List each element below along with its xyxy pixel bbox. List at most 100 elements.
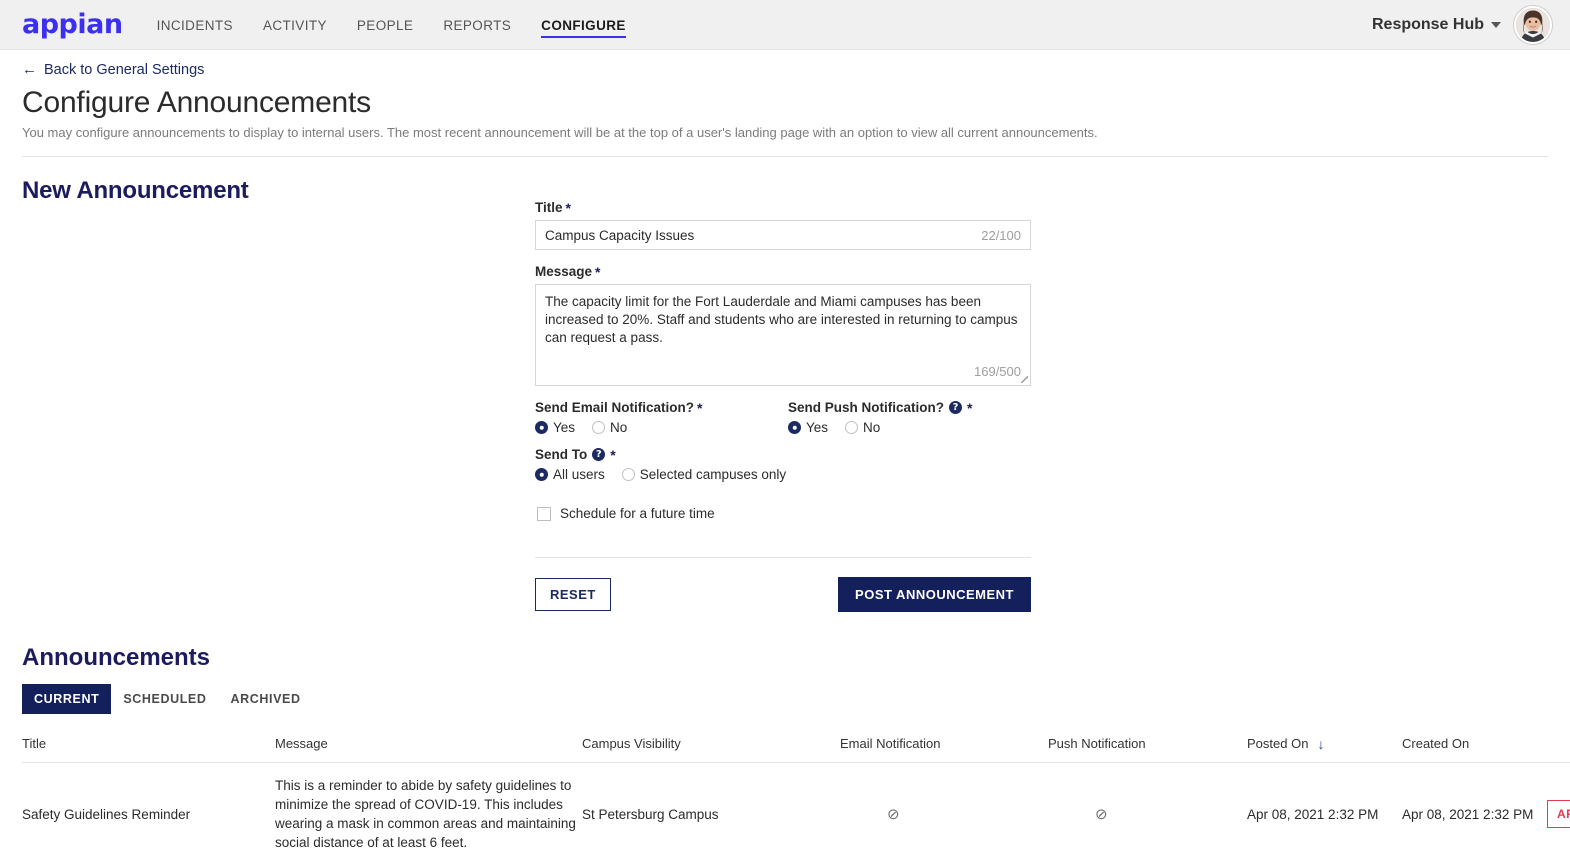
announcements-tabs: CURRENT SCHEDULED ARCHIVED	[22, 684, 1570, 714]
notification-toggles-row: Send Email Notification? * Yes No Send P…	[535, 400, 1031, 435]
title-label-text: Title	[535, 200, 563, 215]
form-actions: RESET POST ANNOUNCEMENT	[535, 577, 1031, 612]
title-input[interactable]: Campus Capacity Issues 22/100	[535, 220, 1031, 250]
cell-posted-on: Apr 08, 2021 2:32 PM	[1247, 762, 1402, 852]
nav-item-configure[interactable]: CONFIGURE	[541, 0, 626, 49]
radio-unselected-icon[interactable]	[845, 421, 859, 434]
title-field-block: Title * Campus Capacity Issues 22/100	[535, 200, 1031, 250]
email-notification-group: Send Email Notification? * Yes No	[535, 400, 788, 435]
page-header: ← Back to General Settings Configure Ann…	[0, 50, 1570, 141]
tab-archived[interactable]: ARCHIVED	[219, 684, 313, 714]
arrow-left-icon: ←	[22, 61, 37, 78]
required-asterisk: *	[610, 446, 616, 463]
column-header-created-on[interactable]: Created On	[1402, 736, 1547, 763]
email-notification-label: Send Email Notification? *	[535, 400, 788, 415]
email-notification-yes[interactable]: Yes	[535, 420, 575, 435]
checkbox-unchecked-icon[interactable]	[537, 506, 551, 521]
radio-selected-icon[interactable]	[535, 468, 548, 481]
column-header-message[interactable]: Message	[275, 736, 582, 763]
message-field-label: Message *	[535, 264, 1031, 279]
send-to-label-text: Send To	[535, 447, 588, 462]
form-divider	[535, 557, 1031, 558]
radio-selected-icon[interactable]	[788, 421, 801, 434]
announcements-heading: Announcements	[22, 644, 211, 671]
chevron-down-icon[interactable]	[1491, 21, 1501, 28]
push-notification-label-text: Send Push Notification?	[788, 400, 945, 415]
help-question-icon[interactable]: ?	[592, 448, 606, 461]
nav-item-reports[interactable]: REPORTS	[443, 0, 511, 49]
nav-item-incidents[interactable]: INCIDENTS	[157, 0, 233, 49]
post-announcement-button[interactable]: POST ANNOUNCEMENT	[838, 577, 1031, 612]
cell-message: This is a reminder to abide by safety gu…	[275, 762, 582, 852]
header-divider	[22, 156, 1548, 157]
push-yes-label: Yes	[806, 420, 829, 435]
message-textarea-value: The capacity limit for the Fort Lauderda…	[545, 294, 1022, 345]
send-to-label: Send To ? *	[535, 447, 1031, 462]
push-notification-yes[interactable]: Yes	[788, 420, 828, 435]
send-to-selected-campuses[interactable]: Selected campuses only	[621, 467, 786, 482]
page-title: Configure Announcements	[22, 86, 371, 119]
radio-unselected-icon[interactable]	[621, 468, 635, 481]
push-notification-radios: Yes No	[788, 420, 972, 435]
new-announcement-form: Title * Campus Capacity Issues 22/100 Me…	[535, 200, 1031, 612]
schedule-checkbox-label: Schedule for a future time	[560, 506, 715, 521]
announcements-table: Title Message Campus Visibility Email No…	[22, 736, 1570, 852]
column-header-email-notification[interactable]: Email Notification	[840, 736, 1048, 763]
column-header-title[interactable]: Title	[22, 736, 275, 763]
response-hub-menu-label[interactable]: Response Hub	[1372, 16, 1484, 34]
sort-descending-icon[interactable]: ↓	[1317, 737, 1324, 751]
send-to-all-users-label: All users	[553, 467, 605, 482]
push-no-label: No	[863, 420, 881, 435]
nav-item-activity[interactable]: ACTIVITY	[263, 0, 327, 49]
radio-selected-icon[interactable]	[535, 421, 548, 434]
textarea-resize-handle[interactable]	[1020, 375, 1029, 384]
cell-campus-visibility: St Petersburg Campus	[582, 762, 840, 852]
radio-unselected-icon[interactable]	[592, 421, 606, 434]
reset-button[interactable]: RESET	[535, 578, 611, 611]
tab-scheduled[interactable]: SCHEDULED	[111, 684, 218, 714]
cell-push-notification: ⊘	[1048, 762, 1247, 852]
column-header-push-notification[interactable]: Push Notification	[1048, 736, 1247, 763]
cell-email-notification: ⊘	[840, 762, 1048, 852]
appian-logo[interactable]: appian	[22, 11, 123, 38]
schedule-future-time-checkbox-row[interactable]: Schedule for a future time	[537, 506, 1031, 521]
cell-action: ARCHIVE	[1547, 762, 1570, 852]
tab-current[interactable]: CURRENT	[22, 684, 112, 714]
send-to-group: Send To ? * All users Selected campuses …	[535, 447, 1031, 482]
message-field-block: Message * The capacity limit for the For…	[535, 264, 1031, 386]
email-notification-no[interactable]: No	[592, 420, 627, 435]
cell-title: Safety Guidelines Reminder	[22, 762, 275, 852]
column-header-campus-visibility[interactable]: Campus Visibility	[582, 736, 840, 763]
avatar[interactable]	[1514, 5, 1552, 44]
title-char-counter: 22/100	[981, 227, 1021, 243]
back-to-general-settings-link[interactable]: ← Back to General Settings	[22, 62, 204, 78]
top-navigation-bar: appian INCIDENTS ACTIVITY PEOPLE REPORTS…	[0, 0, 1570, 50]
title-input-value: Campus Capacity Issues	[545, 227, 695, 243]
table-header: Title Message Campus Visibility Email No…	[22, 736, 1570, 763]
main-nav-links: INCIDENTS ACTIVITY PEOPLE REPORTS CONFIG…	[157, 0, 626, 49]
posted-on-label: Posted On	[1247, 736, 1309, 751]
message-textarea[interactable]: The capacity limit for the Fort Lauderda…	[535, 284, 1031, 386]
email-notification-radios: Yes No	[535, 420, 788, 435]
push-notification-no[interactable]: No	[845, 420, 880, 435]
table-row[interactable]: Safety Guidelines Reminder This is a rem…	[22, 762, 1570, 852]
email-yes-label: Yes	[553, 420, 576, 435]
required-asterisk: *	[967, 399, 973, 416]
table-body: Safety Guidelines Reminder This is a rem…	[22, 762, 1570, 852]
archive-button[interactable]: ARCHIVE	[1547, 800, 1570, 828]
title-field-label: Title *	[535, 200, 1031, 215]
help-question-icon[interactable]: ?	[949, 401, 963, 414]
email-notification-label-text: Send Email Notification?	[535, 400, 695, 415]
cell-created-on: Apr 08, 2021 2:32 PM	[1402, 762, 1547, 852]
message-char-counter: 169/500	[974, 364, 1021, 379]
column-header-posted-on[interactable]: Posted On ↓	[1247, 736, 1402, 763]
nav-item-people[interactable]: PEOPLE	[357, 0, 413, 49]
back-link-label: Back to General Settings	[44, 61, 205, 78]
send-to-radios: All users Selected campuses only	[535, 467, 1031, 482]
email-no-label: No	[610, 420, 628, 435]
required-asterisk: *	[595, 263, 601, 280]
required-asterisk: *	[565, 199, 571, 216]
required-asterisk: *	[697, 399, 703, 416]
send-to-all-users[interactable]: All users	[535, 467, 605, 482]
no-notification-icon: ⊘	[887, 805, 900, 823]
